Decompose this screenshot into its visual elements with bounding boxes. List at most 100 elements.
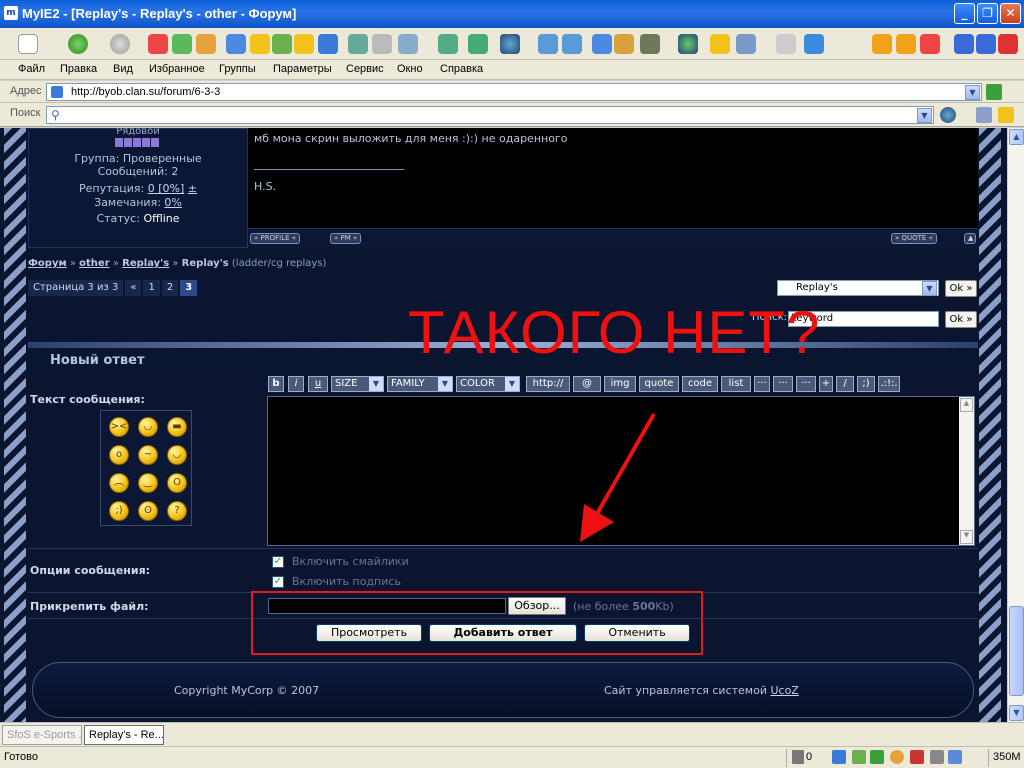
go-icon[interactable]: [986, 84, 1002, 100]
close-tags-button[interactable]: /: [836, 376, 854, 392]
toggle-icon[interactable]: [930, 750, 944, 764]
tab-restore-icon[interactable]: [976, 34, 996, 54]
menu-options[interactable]: Параметры: [273, 63, 332, 75]
img-tag-button[interactable]: img: [604, 376, 636, 392]
filter-icon[interactable]: [832, 750, 846, 764]
page-scrollbar[interactable]: ▲ ▼: [1007, 128, 1024, 722]
pagination-page-1[interactable]: 1: [143, 280, 160, 296]
extra-tag-button-2[interactable]: ···: [773, 376, 793, 392]
scroll-top-icon[interactable]: ▲: [964, 233, 976, 244]
wink-smiley-icon[interactable]: ;): [109, 501, 129, 521]
menu-help[interactable]: Справка: [440, 63, 483, 75]
warnings-link[interactable]: 0%: [164, 196, 181, 209]
forward-icon[interactable]: [110, 34, 130, 54]
settings-icon[interactable]: [890, 750, 904, 764]
plugin-icon[interactable]: [852, 750, 866, 764]
color-select[interactable]: COLOR ▼: [456, 376, 520, 392]
web-icon[interactable]: [500, 34, 520, 54]
window-icon[interactable]: [538, 34, 558, 54]
mail-icon[interactable]: [398, 34, 418, 54]
chevron-down-icon[interactable]: ▼: [922, 281, 937, 296]
favorites-icon[interactable]: [250, 34, 270, 54]
pagination-prev[interactable]: «: [125, 280, 142, 296]
profile-button[interactable]: » PROFILE «: [250, 233, 301, 244]
highlight-icon[interactable]: [998, 107, 1014, 123]
email-tag-button[interactable]: @: [573, 376, 601, 392]
code-tag-button[interactable]: code: [682, 376, 718, 392]
underline-button[interactable]: u: [308, 376, 328, 392]
url-tag-button[interactable]: http://: [526, 376, 570, 392]
grin-smiley-icon[interactable]: ?: [167, 501, 187, 521]
shock-smiley-icon[interactable]: o: [109, 445, 129, 465]
search-input[interactable]: ⚲ ▼: [46, 106, 934, 124]
panel-icon[interactable]: [804, 34, 824, 54]
pagination-page-2[interactable]: 2: [161, 280, 179, 296]
scroll-down-icon[interactable]: ▼: [960, 530, 973, 544]
plus-tag-button[interactable]: +: [819, 376, 833, 392]
close-all-icon[interactable]: [920, 34, 940, 54]
image-icon[interactable]: [640, 34, 660, 54]
menu-favorites[interactable]: Избранное: [149, 63, 205, 75]
quote-tag-button[interactable]: quote: [639, 376, 679, 392]
list-tag-button[interactable]: list: [721, 376, 751, 392]
extra-tag-button-3[interactable]: ···: [796, 376, 816, 392]
address-input[interactable]: http://byob.clan.su/forum/6-3-3 ▼: [46, 83, 982, 101]
happy-smiley-icon[interactable]: ◡: [167, 445, 187, 465]
next-tab-icon[interactable]: [896, 34, 916, 54]
prev-tab-icon[interactable]: [872, 34, 892, 54]
stop-icon[interactable]: [148, 34, 168, 54]
textarea-scrollbar[interactable]: ▲ ▼: [959, 397, 974, 545]
tab-replays[interactable]: Replay's - Re...: [84, 725, 164, 745]
form-icon[interactable]: [736, 34, 756, 54]
minimize-button[interactable]: _: [954, 3, 975, 24]
pm-button[interactable]: » PM «: [330, 233, 362, 244]
breadcrumb-replays[interactable]: Replay's: [122, 258, 169, 269]
search-engine-icon[interactable]: [940, 107, 956, 123]
find-icon[interactable]: [976, 107, 992, 123]
menu-file[interactable]: Файл: [18, 63, 45, 75]
tab-minimize-icon[interactable]: [954, 34, 974, 54]
open-folder-icon[interactable]: [710, 34, 730, 54]
clip-icon[interactable]: [318, 34, 338, 54]
family-select[interactable]: FAMILY ▼: [387, 376, 453, 392]
reputation-change-link[interactable]: ±: [188, 182, 197, 195]
italic-button[interactable]: i: [288, 376, 304, 392]
maximize-button[interactable]: ❐: [977, 3, 998, 24]
translit-button[interactable]: .:!:.: [878, 376, 900, 392]
groups-icon[interactable]: [348, 34, 368, 54]
cool-smiley-icon[interactable]: ▬: [167, 417, 187, 437]
forum-search-ok-button[interactable]: Ok »: [945, 311, 977, 328]
close-tab-icon[interactable]: [776, 34, 796, 54]
bold-button[interactable]: b: [268, 376, 284, 392]
enable-smileys-checkbox[interactable]: ✓: [272, 556, 284, 568]
history-icon[interactable]: [272, 34, 292, 54]
download-icon[interactable]: [870, 750, 884, 764]
block-icon[interactable]: [910, 750, 924, 764]
extra-tag-button-1[interactable]: ···: [754, 376, 770, 392]
trash-icon[interactable]: [792, 750, 804, 764]
breadcrumb-forum[interactable]: Форум: [28, 258, 67, 269]
scroll-thumb[interactable]: [1009, 606, 1024, 696]
chevron-down-icon[interactable]: ▼: [965, 85, 980, 100]
utils-icon[interactable]: [468, 34, 488, 54]
forum-jump-select[interactable]: Replay's ▼: [777, 280, 939, 296]
size-select[interactable]: SIZE ▼: [331, 376, 384, 392]
print-icon[interactable]: [372, 34, 392, 54]
menu-edit[interactable]: Правка: [60, 63, 97, 75]
scroll-down-icon[interactable]: ▼: [1009, 705, 1024, 721]
surprised-smiley-icon[interactable]: O: [167, 473, 187, 493]
search-icon[interactable]: [226, 34, 246, 54]
page-info-icon[interactable]: [948, 750, 962, 764]
proxy-icon[interactable]: [678, 34, 698, 54]
quote-button[interactable]: » QUOTE «: [891, 233, 937, 244]
home-icon[interactable]: [196, 34, 216, 54]
laugh-smiley-icon[interactable]: ◡: [138, 417, 158, 437]
menu-view[interactable]: Вид: [113, 63, 133, 75]
forum-jump-ok-button[interactable]: Ok »: [945, 280, 977, 297]
save-page-icon[interactable]: [614, 34, 634, 54]
chevron-down-icon[interactable]: ▼: [917, 108, 932, 123]
menu-window[interactable]: Окно: [397, 63, 423, 75]
close-button[interactable]: ✕: [1000, 3, 1021, 24]
tile-icon[interactable]: [562, 34, 582, 54]
sad-smiley-icon[interactable]: ︵: [109, 473, 129, 493]
